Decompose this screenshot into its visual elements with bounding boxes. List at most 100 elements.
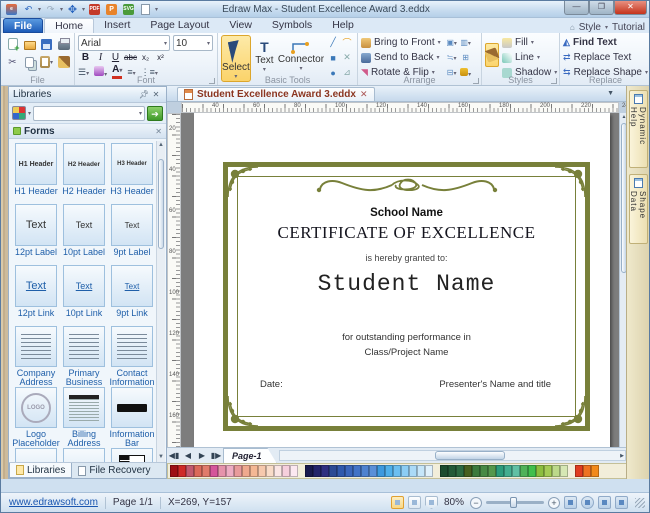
copy-button[interactable] [21,54,38,70]
color-swatch[interactable] [274,465,282,477]
tab-list-caret-icon[interactable]: ▼ [607,90,614,97]
pin-panel-icon[interactable]: 📌︎ [138,90,150,99]
color-swatch[interactable] [425,465,433,477]
color-swatch[interactable] [266,465,274,477]
paste-button[interactable]: ▾ [38,54,55,70]
color-swatch[interactable] [480,465,488,477]
color-swatch[interactable] [361,465,369,477]
replace-text-button[interactable]: ⇄Replace Text [563,50,648,65]
bold-button[interactable]: B [78,52,93,63]
certificate-title-text[interactable]: CERTIFICATE OF EXCELLENCE [228,223,585,243]
presenter-text[interactable]: Presenter's Name and title [439,379,551,390]
italic-button[interactable]: I [93,52,108,63]
library-item-billing-address[interactable]: Billing Address [60,387,108,448]
minimize-button[interactable]: — [564,1,589,15]
scroll-down-icon[interactable]: ▼ [157,453,165,462]
fill-button[interactable]: Fill▾ [502,35,557,50]
forms-close-icon[interactable]: ✕ [155,127,162,136]
color-swatch[interactable] [520,465,528,477]
color-swatch[interactable] [512,465,520,477]
library-item-12pt-link[interactable]: Text12pt Link [12,265,60,326]
color-swatch[interactable] [488,465,496,477]
color-swatch[interactable] [250,465,258,477]
color-swatch[interactable] [591,465,599,477]
maximize-button[interactable]: ❐ [589,1,614,15]
color-swatch[interactable] [496,465,504,477]
color-swatch[interactable] [393,465,401,477]
bring-to-front-button[interactable]: Bring to Front▾ [361,35,441,50]
undo-caret-icon[interactable]: ▾ [38,6,41,13]
undo-button[interactable]: ↶ [21,3,36,16]
color-swatch[interactable] [544,465,552,477]
library-item-h3-header[interactable]: H3 HeaderH3 Header [108,143,156,204]
menu-tab-insert[interactable]: Insert [94,18,140,33]
menu-tab-symbols[interactable]: Symbols [262,18,322,33]
color-swatch[interactable] [242,465,250,477]
app-logo-icon[interactable]: e [4,3,19,16]
style-menu[interactable]: Style [579,22,601,33]
color-swatch[interactable] [369,465,377,477]
color-swatch[interactable] [456,465,464,477]
color-swatch[interactable] [321,465,329,477]
menu-tab-file[interactable]: File [3,18,43,33]
color-swatch[interactable] [440,465,448,477]
class-project-text[interactable]: Class/Project Name [228,347,585,358]
color-swatch[interactable] [448,465,456,477]
export-svg-button[interactable]: SVG [121,3,136,16]
library-scrollbar[interactable]: ▲ ▼ [156,141,165,462]
export-pdf-button[interactable]: PDF [87,3,102,16]
previous-page-button[interactable]: ◀ [181,451,195,460]
color-swatch[interactable] [337,465,345,477]
first-page-button[interactable]: ◀▮ [167,451,181,460]
font-size-select[interactable]: 10▾ [173,35,213,51]
color-swatch[interactable] [305,465,313,477]
scroll-right-icon[interactable]: ▶ [620,452,624,461]
fit-width-view-button[interactable] [408,496,421,509]
pan-caret-icon[interactable]: ▾ [82,6,85,13]
superscript-button[interactable]: x² [153,53,168,62]
color-swatch[interactable] [178,465,186,477]
color-swatch[interactable] [234,465,242,477]
line-style-button[interactable]: Line▾ [502,50,557,65]
shape-data-tab[interactable]: Shape Data [629,174,648,244]
underline-button[interactable]: U [108,52,123,63]
dynamic-help-tab[interactable]: Dynamic Help [629,90,648,168]
library-item-9pt-link[interactable]: Text9pt Link [108,265,156,326]
color-swatch[interactable] [528,465,536,477]
color-swatch[interactable] [583,465,591,477]
redo-button[interactable]: ↷ [43,3,58,16]
color-swatch[interactable] [385,465,393,477]
last-page-button[interactable]: ▮▶ [209,451,223,460]
document-tab-close-icon[interactable]: ✕ [360,89,368,100]
library-item-10pt-link[interactable]: Text10pt Link [60,265,108,326]
library-scrollbar-thumb[interactable] [158,159,164,249]
color-swatch[interactable] [258,465,266,477]
color-swatch[interactable] [552,465,560,477]
redo-caret-icon[interactable]: ▾ [60,6,63,13]
style-brush-button[interactable] [485,43,499,67]
same-size-icon[interactable]: ⊞ [462,53,469,62]
tab-file-recovery[interactable]: File Recovery [72,463,156,478]
color-swatch[interactable] [313,465,321,477]
color-swatch[interactable] [560,465,568,477]
library-item-primary-business[interactable]: Primary Business [60,326,108,387]
color-swatch[interactable] [202,465,210,477]
format-painter-button[interactable] [55,54,72,70]
color-swatch[interactable] [218,465,226,477]
zoom-out-button[interactable]: − [470,497,482,509]
library-item-h2-header[interactable]: H2 HeaderH2 Header [60,143,108,204]
horizontal-scrollbar-thumb[interactable] [435,451,505,460]
library-item-10pt-label[interactable]: Text10pt Label [60,204,108,265]
certificate-shape[interactable]: School Name CERTIFICATE OF EXCELLENCE is… [223,162,590,431]
print-button[interactable] [55,36,72,52]
normal-view-button[interactable] [391,496,404,509]
tutorial-link[interactable]: Tutorial [612,22,645,33]
color-swatch[interactable] [464,465,472,477]
color-swatch[interactable] [472,465,480,477]
color-swatch[interactable] [170,465,178,477]
presentation-button[interactable] [615,496,628,509]
library-item-contact-information[interactable]: Contact Information [108,326,156,387]
group-button[interactable]: ▣▾ [446,38,457,47]
library-item-product[interactable]: Product [60,448,108,462]
send-to-back-button[interactable]: Send to Back▾ [361,50,441,65]
